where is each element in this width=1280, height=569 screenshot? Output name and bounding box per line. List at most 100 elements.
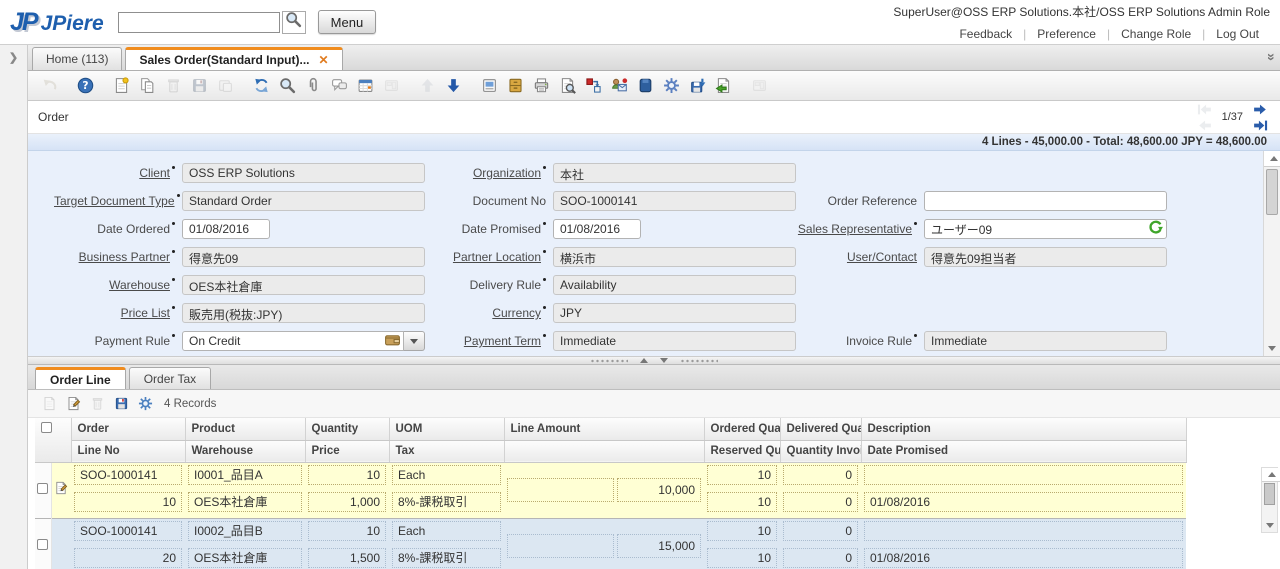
process-icon[interactable] (658, 74, 684, 98)
tab-order-tax[interactable]: Order Tax (129, 367, 211, 389)
date-ordered-field[interactable]: 01/08/2016 (182, 219, 270, 239)
column-header[interactable]: Order (71, 418, 185, 440)
cell-charge[interactable] (507, 478, 614, 502)
column-header[interactable]: Quantity (305, 418, 389, 440)
tab-sales-order[interactable]: Sales Order(Standard Input)... ✕ (125, 47, 342, 70)
export-data-icon[interactable] (684, 74, 710, 98)
column-header[interactable]: Description (861, 418, 1186, 440)
client-label[interactable]: Client (54, 166, 182, 180)
copy-record-icon[interactable] (134, 74, 160, 98)
column-header[interactable]: Price (305, 440, 389, 462)
tab-home[interactable]: Home (113) (32, 47, 122, 70)
order-line-row-1[interactable]: SOO-1000141 I0001_品目A 10 Each 10,000 10 … (35, 462, 1186, 518)
scroll-up-icon[interactable] (1264, 151, 1280, 167)
cell-reserved-quantity[interactable]: 10 (707, 548, 777, 568)
row-checkbox[interactable] (37, 539, 48, 550)
attachment-icon[interactable] (300, 74, 326, 98)
scroll-down-icon[interactable] (1262, 518, 1277, 532)
column-header[interactable]: Warehouse (185, 440, 305, 462)
cell-quantity-invoiced[interactable]: 0 (783, 492, 858, 512)
payment-rule-field[interactable]: On Credit (182, 331, 425, 351)
change-role-link[interactable]: Change Role (1121, 27, 1191, 41)
help-icon[interactable]: ? (72, 74, 98, 98)
partner-location-label[interactable]: Partner Location (425, 250, 553, 264)
order-line-row-2[interactable]: SOO-1000141 I0002_品目B 10 Each 15,000 10 … (35, 518, 1186, 569)
cell-warehouse[interactable]: OES本社倉庫 (188, 492, 302, 512)
cell-line-amount[interactable]: 15,000 (617, 534, 701, 558)
global-search-input[interactable] (118, 12, 280, 33)
cell-tax[interactable]: 8%-課税取引 (392, 492, 501, 512)
cell-date-promised[interactable]: 01/08/2016 (864, 492, 1183, 512)
row-save-icon[interactable] (109, 394, 133, 414)
business-partner-label[interactable]: Business Partner (54, 250, 182, 264)
row-checkbox[interactable] (37, 483, 48, 494)
target-document-type-label[interactable]: Target Document Type (54, 194, 182, 208)
print-icon[interactable] (528, 74, 554, 98)
column-header[interactable]: Delivered Quantity (780, 418, 861, 440)
form-scrollbar[interactable] (1263, 151, 1280, 356)
cell-description[interactable] (864, 521, 1183, 541)
cell-ordered-quantity[interactable]: 10 (707, 521, 777, 541)
sales-representative-field[interactable]: ユーザー09 (924, 219, 1167, 239)
detail-record-icon[interactable] (440, 74, 466, 98)
toggle-form-view-icon[interactable] (476, 74, 502, 98)
nav-next-icon[interactable] (1251, 101, 1270, 117)
warehouse-label[interactable]: Warehouse (54, 278, 182, 292)
cell-quantity[interactable]: 10 (308, 521, 386, 541)
cell-reserved-quantity[interactable]: 10 (707, 492, 777, 512)
workflow-icon[interactable] (580, 74, 606, 98)
column-header[interactable]: Tax (389, 440, 504, 462)
cell-line-no[interactable]: 10 (74, 492, 182, 512)
close-tab-icon[interactable]: ✕ (319, 53, 329, 67)
chat-icon[interactable] (326, 74, 352, 98)
row-edit-icon[interactable] (61, 394, 85, 414)
price-list-label[interactable]: Price List (54, 306, 182, 320)
expand-sidebar-chevron-icon[interactable]: ❯ (5, 50, 22, 67)
select-all-cell[interactable] (35, 418, 71, 462)
cell-charge[interactable] (507, 534, 614, 558)
cell-quantity-invoiced[interactable]: 0 (783, 548, 858, 568)
cell-uom[interactable]: Each (392, 521, 501, 541)
report-icon[interactable] (554, 74, 580, 98)
find-record-icon[interactable] (274, 74, 300, 98)
lookup-refresh-icon[interactable] (1147, 219, 1164, 239)
cell-product[interactable]: I0002_品目B (188, 521, 302, 541)
import-file-icon[interactable] (710, 74, 736, 98)
column-header[interactable]: Ordered Quantity (704, 418, 780, 440)
splitter-collapse-down-icon[interactable] (660, 358, 668, 363)
requests-icon[interactable] (606, 74, 632, 98)
select-all-checkbox[interactable] (41, 422, 52, 433)
cell-tax[interactable]: 8%-課税取引 (392, 548, 501, 568)
nav-last-icon[interactable] (1251, 117, 1270, 133)
column-header[interactable]: Product (185, 418, 305, 440)
cell-ordered-quantity[interactable]: 10 (707, 465, 777, 485)
cell-order[interactable]: SOO-1000141 (74, 465, 182, 485)
cell-order[interactable]: SOO-1000141 (74, 521, 182, 541)
search-button[interactable] (282, 11, 306, 34)
refresh-icon[interactable] (248, 74, 274, 98)
log-out-link[interactable]: Log Out (1216, 27, 1259, 41)
payment-term-label[interactable]: Payment Term (425, 334, 553, 348)
cell-description[interactable] (864, 465, 1183, 485)
cell-price[interactable]: 1,000 (308, 492, 386, 512)
cell-uom[interactable]: Each (392, 465, 501, 485)
menu-button[interactable]: Menu (318, 10, 377, 34)
archive-document-icon[interactable] (632, 74, 658, 98)
column-header[interactable]: Line No (71, 440, 185, 462)
cell-delivered-quantity[interactable]: 0 (783, 521, 858, 541)
scroll-up-icon[interactable] (1262, 468, 1280, 482)
cell-price[interactable]: 1,500 (308, 548, 386, 568)
jpiere-logo[interactable]: JP JPiere (10, 8, 104, 37)
splitter-collapse-up-icon[interactable] (640, 358, 648, 363)
column-header[interactable]: Date Promised (861, 440, 1186, 462)
column-header[interactable]: Line Amount (504, 418, 704, 440)
new-record-icon[interactable] (108, 74, 134, 98)
file-document-icon[interactable] (502, 74, 528, 98)
preference-link[interactable]: Preference (1037, 27, 1096, 41)
currency-label[interactable]: Currency (425, 306, 553, 320)
payment-rule-dropdown-button[interactable] (404, 331, 425, 351)
column-header[interactable]: UOM (389, 418, 504, 440)
grid-scrollbar[interactable] (1261, 467, 1278, 533)
user-contact-label[interactable]: User/Contact (796, 250, 924, 264)
scrollbar-thumb[interactable] (1264, 483, 1275, 505)
